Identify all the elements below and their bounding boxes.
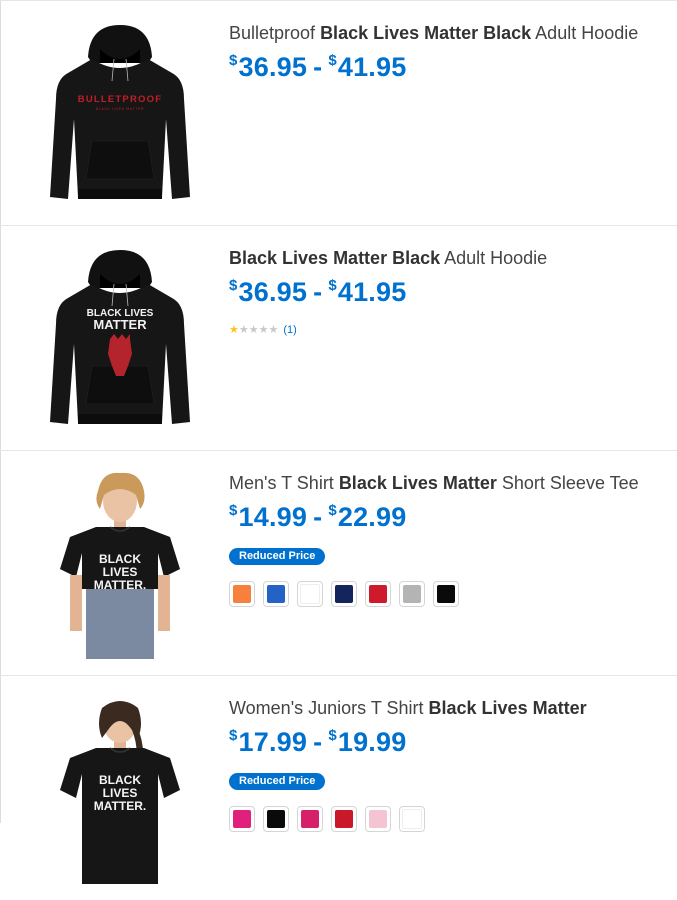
- color-swatches: [229, 581, 467, 607]
- swatch-color-chip: [267, 810, 285, 828]
- color-swatches: [229, 806, 433, 832]
- svg-text:LIVES: LIVES: [103, 786, 138, 800]
- product-title-link[interactable]: Bulletproof Black Lives Matter Black Adu…: [229, 21, 638, 45]
- product-list: BULLETPROOF BLACK LIVES MATTER Bulletpro…: [0, 0, 677, 884]
- swatch-color-chip: [369, 585, 387, 603]
- star-icon: ★★★★★: [229, 324, 279, 336]
- color-swatch[interactable]: [433, 581, 459, 607]
- color-swatch[interactable]: [365, 806, 391, 832]
- reduced-price-badge: Reduced Price: [229, 773, 326, 790]
- svg-text:BULLETPROOF: BULLETPROOF: [78, 94, 162, 105]
- product-item[interactable]: BLACK LIVES MATTER Black Lives Matter Bl…: [0, 225, 677, 450]
- color-swatch[interactable]: [331, 581, 357, 607]
- svg-text:BLACK: BLACK: [99, 552, 141, 566]
- svg-text:MATTER.: MATTER.: [94, 799, 146, 813]
- product-title-link[interactable]: Black Lives Matter Black Adult Hoodie: [229, 246, 547, 270]
- currency-symbol: $: [229, 52, 238, 69]
- price-separator: -: [313, 502, 323, 532]
- svg-text:MATTER: MATTER: [93, 317, 147, 332]
- mens-tee-icon[interactable]: BLACK LIVES MATTER.: [40, 469, 200, 659]
- swatch-color-chip: [335, 810, 353, 828]
- price-separator: -: [313, 727, 323, 757]
- price-range: $14.99- $22.99: [229, 501, 406, 533]
- price-separator: -: [313, 52, 323, 82]
- swatch-color-chip: [403, 585, 421, 603]
- price-separator: -: [313, 277, 323, 307]
- swatch-color-chip: [335, 585, 353, 603]
- product-title-link[interactable]: Men's T Shirt Black Lives Matter Short S…: [229, 471, 639, 495]
- star-rating[interactable]: ★★★★★ (1): [229, 323, 297, 337]
- swatch-color-chip: [369, 810, 387, 828]
- price-high: 19.99: [337, 727, 407, 757]
- color-swatch[interactable]: [229, 581, 255, 607]
- swatch-color-chip: [233, 810, 251, 828]
- review-count-link[interactable]: (1): [283, 324, 296, 336]
- price-low: 14.99: [238, 502, 308, 532]
- currency-symbol: $: [229, 727, 238, 744]
- price-range: $36.95- $41.95: [229, 51, 406, 83]
- price-high: 41.95: [337, 52, 407, 82]
- product-item[interactable]: BULLETPROOF BLACK LIVES MATTER Bulletpro…: [0, 0, 677, 225]
- fist-hoodie-icon[interactable]: BLACK LIVES MATTER: [40, 244, 200, 434]
- product-title-link[interactable]: Women's Juniors T Shirt Black Lives Matt…: [229, 696, 587, 720]
- currency-symbol: $: [328, 277, 337, 294]
- swatch-color-chip: [402, 809, 422, 829]
- swatch-color-chip: [267, 585, 285, 603]
- color-swatch[interactable]: [399, 581, 425, 607]
- price-low: 17.99: [238, 727, 308, 757]
- price-range: $36.95- $41.95: [229, 276, 406, 308]
- price-high: 41.95: [337, 277, 407, 307]
- price-range: $17.99- $19.99: [229, 726, 406, 758]
- color-swatch[interactable]: [297, 581, 323, 607]
- currency-symbol: $: [328, 502, 337, 519]
- color-swatch[interactable]: [263, 806, 289, 832]
- product-item[interactable]: BLACK LIVES MATTER. Men's T Shirt Black …: [0, 450, 677, 675]
- currency-symbol: $: [328, 727, 337, 744]
- svg-text:MATTER.: MATTER.: [94, 578, 146, 592]
- product-item[interactable]: BLACK LIVES MATTER. Women's Juniors T Sh…: [0, 675, 677, 900]
- swatch-color-chip: [300, 584, 320, 604]
- currency-symbol: $: [229, 502, 238, 519]
- price-high: 22.99: [337, 502, 407, 532]
- price-low: 36.95: [238, 52, 308, 82]
- currency-symbol: $: [328, 52, 337, 69]
- swatch-color-chip: [301, 810, 319, 828]
- svg-text:BLACK LIVES MATTER: BLACK LIVES MATTER: [96, 107, 144, 111]
- currency-symbol: $: [229, 277, 238, 294]
- womens-tee-icon[interactable]: BLACK LIVES MATTER.: [40, 694, 200, 884]
- reduced-price-badge: Reduced Price: [229, 548, 326, 565]
- color-swatch[interactable]: [365, 581, 391, 607]
- bulletproof-hoodie-icon[interactable]: BULLETPROOF BLACK LIVES MATTER: [40, 19, 200, 209]
- color-swatch[interactable]: [399, 806, 425, 832]
- color-swatch[interactable]: [263, 581, 289, 607]
- color-swatch[interactable]: [229, 806, 255, 832]
- svg-text:BLACK: BLACK: [99, 773, 141, 787]
- swatch-color-chip: [437, 585, 455, 603]
- price-low: 36.95: [238, 277, 308, 307]
- color-swatch[interactable]: [331, 806, 357, 832]
- swatch-color-chip: [233, 585, 251, 603]
- svg-text:LIVES: LIVES: [103, 565, 138, 579]
- color-swatch[interactable]: [297, 806, 323, 832]
